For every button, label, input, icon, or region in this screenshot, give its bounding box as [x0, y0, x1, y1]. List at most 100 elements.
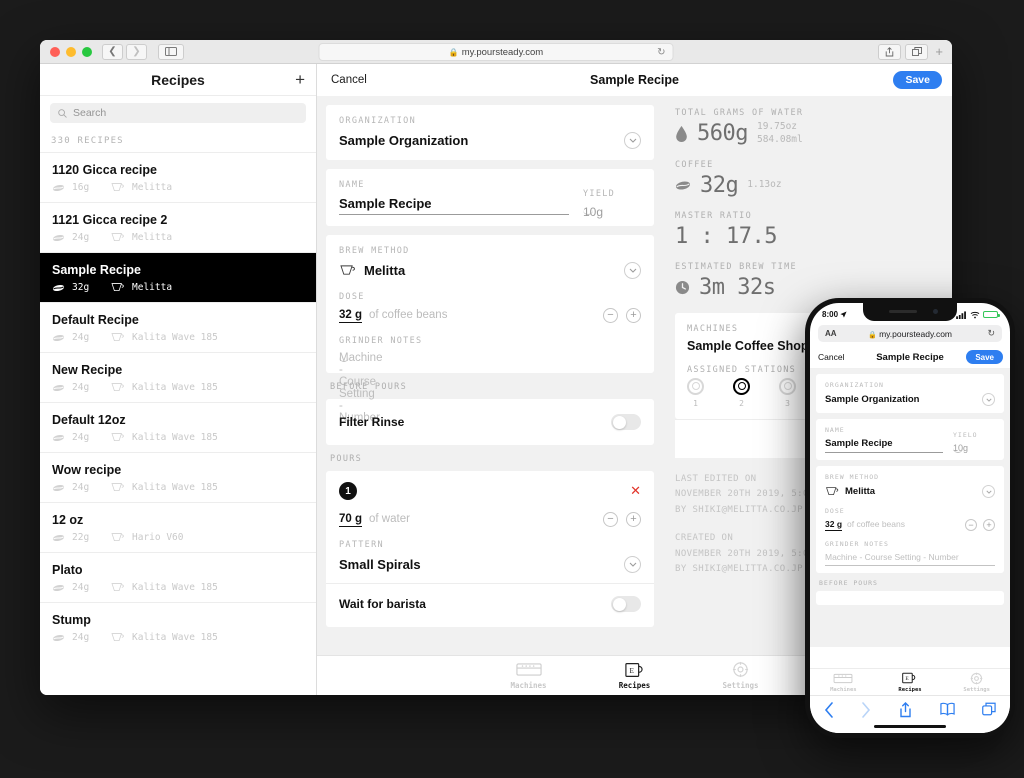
recipe-list-item[interactable]: 1120 Gicca recipe 16g Melitta	[40, 152, 316, 202]
cancel-button[interactable]: Cancel	[331, 74, 367, 86]
safari-share-button[interactable]	[899, 702, 912, 723]
back-button[interactable]: ❮	[102, 43, 123, 60]
recipe-item-dose: 24g	[72, 382, 90, 393]
book-icon	[939, 702, 955, 716]
phone-tab-recipes[interactable]: E Recipes	[886, 672, 934, 693]
editor-header: Cancel Sample Recipe Save	[317, 64, 952, 96]
recipe-list-item[interactable]: Default 12oz 24g Kalita Wave 185	[40, 402, 316, 452]
browser-right-controls: +	[878, 43, 946, 60]
phone-grinder-notes-input[interactable]: Machine - Course Setting - Number	[825, 552, 995, 566]
dose-stepper[interactable]: − +	[603, 308, 641, 323]
recipe-item-dose: 24g	[72, 432, 90, 443]
name-field[interactable]: NAME Sample Recipe	[339, 180, 569, 215]
sidebar-toggle-button[interactable]	[158, 43, 184, 60]
recipe-list[interactable]: 1120 Gicca recipe 16g Melitta 1121 Gicca re…	[40, 152, 316, 695]
recipe-item-meta: 24g Kalita Wave 185	[52, 432, 304, 443]
close-window-button[interactable]	[50, 46, 60, 57]
phone-dose-stepper[interactable]: − +	[965, 519, 995, 531]
phone-tabbar[interactable]: Machines E Recipes Settings	[810, 668, 1010, 695]
chevron-down-icon[interactable]	[624, 262, 641, 279]
station-ring-icon	[779, 377, 796, 395]
phone-save-button[interactable]: Save	[966, 350, 1003, 364]
pour-amount-value[interactable]: 70 g	[339, 513, 363, 527]
share-button[interactable]	[878, 43, 902, 60]
recipe-item-method: Kalita Wave 185	[132, 632, 218, 643]
brew-method-icon	[111, 583, 124, 592]
tab-settings[interactable]: Settings	[710, 661, 772, 690]
filter-rinse-toggle[interactable]	[611, 414, 641, 430]
station-selector[interactable]: 1	[687, 377, 704, 408]
recipe-list-item[interactable]: Plato 24g Kalita Wave 185	[40, 552, 316, 602]
browser-chrome: ❮ ❯ 🔒 my.poursteady.com ↻ +	[40, 40, 952, 64]
phone-organization-card[interactable]: ORGANIZATION Sample Organization	[816, 374, 1004, 413]
chevron-down-icon[interactable]	[624, 132, 641, 149]
minimize-window-button[interactable]	[66, 46, 76, 57]
phone-tab-machines[interactable]: Machines	[819, 672, 867, 693]
recipe-list-item[interactable]: Default Recipe 24g Kalita Wave 185	[40, 302, 316, 352]
search-input[interactable]: Search	[50, 103, 306, 123]
phone-brew-settings-card: BREW METHOD Melitta DOSE 32 g of coffee …	[816, 466, 1004, 573]
station-selector[interactable]: 3	[779, 377, 796, 408]
recipe-list-item[interactable]: 12 oz 22g Hario V60	[40, 502, 316, 552]
chevron-down-icon[interactable]	[982, 393, 995, 406]
phone-yield-field[interactable]: YIELO 10g	[953, 431, 995, 453]
wait-for-barista-toggle[interactable]	[611, 596, 641, 612]
tabs-button[interactable]	[905, 43, 929, 60]
reload-icon[interactable]: ↻	[657, 47, 665, 58]
pour-card-1: 1 ✕ 70 g of water − + PATTERN Small Spir…	[326, 471, 654, 627]
chevron-down-icon[interactable]	[624, 556, 641, 573]
pour-number-badge: 1	[339, 482, 357, 500]
pour-decrement-button[interactable]: −	[603, 512, 618, 527]
brew-method-icon	[111, 433, 124, 442]
safari-back-button[interactable]	[824, 702, 834, 723]
phone-address-bar[interactable]: AA 🔒 my.poursteady.com ↻	[818, 325, 1002, 342]
recipes-sidebar: Recipes + Search 330 RECIPES 1120 Gicca …	[40, 64, 317, 695]
window-traffic-lights[interactable]	[46, 46, 92, 57]
dose-value[interactable]: 32 g	[339, 309, 363, 323]
pour-increment-button[interactable]: +	[626, 512, 641, 527]
new-tab-button[interactable]: +	[932, 44, 946, 59]
tab-recipes[interactable]: E Recipes	[604, 661, 666, 690]
phone-name-field[interactable]: NAME Sample Recipe	[825, 426, 943, 453]
phone-dose-value[interactable]: 32 g	[825, 519, 843, 531]
gear-icon	[953, 672, 1001, 685]
pour-stepper[interactable]: − +	[603, 512, 641, 527]
dose-decrement-button[interactable]: −	[603, 308, 618, 323]
phone-dose-increment-button[interactable]: +	[983, 519, 995, 531]
recipe-list-item[interactable]: Stump 24g Kalita Wave 185	[40, 602, 316, 652]
address-bar[interactable]: 🔒 my.poursteady.com ↻	[318, 43, 674, 61]
station-selector[interactable]: 2	[733, 377, 750, 408]
phone-organization-value: Sample Organization	[825, 394, 920, 405]
brew-method-label: BREW METHOD	[339, 246, 410, 256]
browser-navigation-buttons[interactable]: ❮ ❯	[102, 43, 147, 60]
phone-dose-decrement-button[interactable]: −	[965, 519, 977, 531]
organization-card[interactable]: ORGANIZATION Sample Organization	[326, 105, 654, 160]
search-container: Search	[40, 96, 316, 129]
recipe-list-item[interactable]: New Recipe 24g Kalita Wave 185	[40, 352, 316, 402]
reload-icon[interactable]: ↻	[987, 328, 995, 339]
brew-method-value-row[interactable]: Melitta	[339, 263, 405, 278]
dose-increment-button[interactable]: +	[626, 308, 641, 323]
forward-button[interactable]: ❯	[126, 43, 147, 60]
chevron-down-icon[interactable]	[982, 485, 995, 498]
safari-forward-button[interactable]	[861, 702, 871, 723]
phone-brew-method-row[interactable]: Melitta	[825, 486, 875, 497]
add-recipe-button[interactable]: +	[295, 71, 305, 88]
maximize-window-button[interactable]	[82, 46, 92, 57]
phone-editor-body: ORGANIZATION Sample Organization NAME Sa…	[810, 369, 1010, 647]
tab-machines[interactable]: Machines	[498, 661, 560, 690]
phone-tab-settings[interactable]: Settings	[953, 672, 1001, 693]
save-button[interactable]: Save	[893, 71, 942, 89]
safari-tabs-button[interactable]	[982, 702, 996, 721]
iphone-device: 8:00 AA 🔒 my.poursteady.com ↻ Cancel Sam…	[805, 298, 1015, 738]
recipe-list-item[interactable]: Sample Recipe 32g Melitta	[40, 252, 316, 302]
recipe-list-item[interactable]: 1121 Gicca recipe 2 24g Melitta	[40, 202, 316, 252]
grinder-notes-input[interactable]: Machine - Course Setting - Number	[339, 352, 382, 424]
delete-pour-button[interactable]: ✕	[630, 483, 641, 499]
master-ratio-value: 1 : 17.5	[675, 223, 777, 249]
safari-bookmarks-button[interactable]	[939, 702, 955, 721]
before-pours-section-label: BEFORE POURS	[330, 382, 408, 392]
recipe-cup-icon: E	[604, 661, 666, 678]
yield-field[interactable]: YIELD 10g	[583, 189, 641, 219]
recipe-list-item[interactable]: Wow recipe 24g Kalita Wave 185	[40, 452, 316, 502]
